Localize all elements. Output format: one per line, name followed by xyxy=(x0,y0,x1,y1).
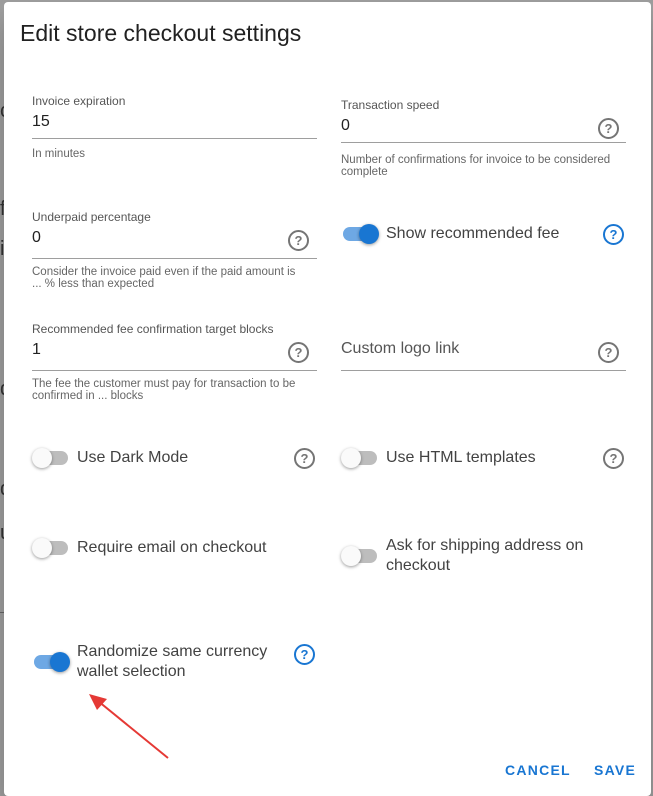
annotation-arrow-shaft xyxy=(97,700,169,759)
annotation-arrow-head xyxy=(89,694,107,710)
annotation-arrow-icon xyxy=(89,694,169,759)
